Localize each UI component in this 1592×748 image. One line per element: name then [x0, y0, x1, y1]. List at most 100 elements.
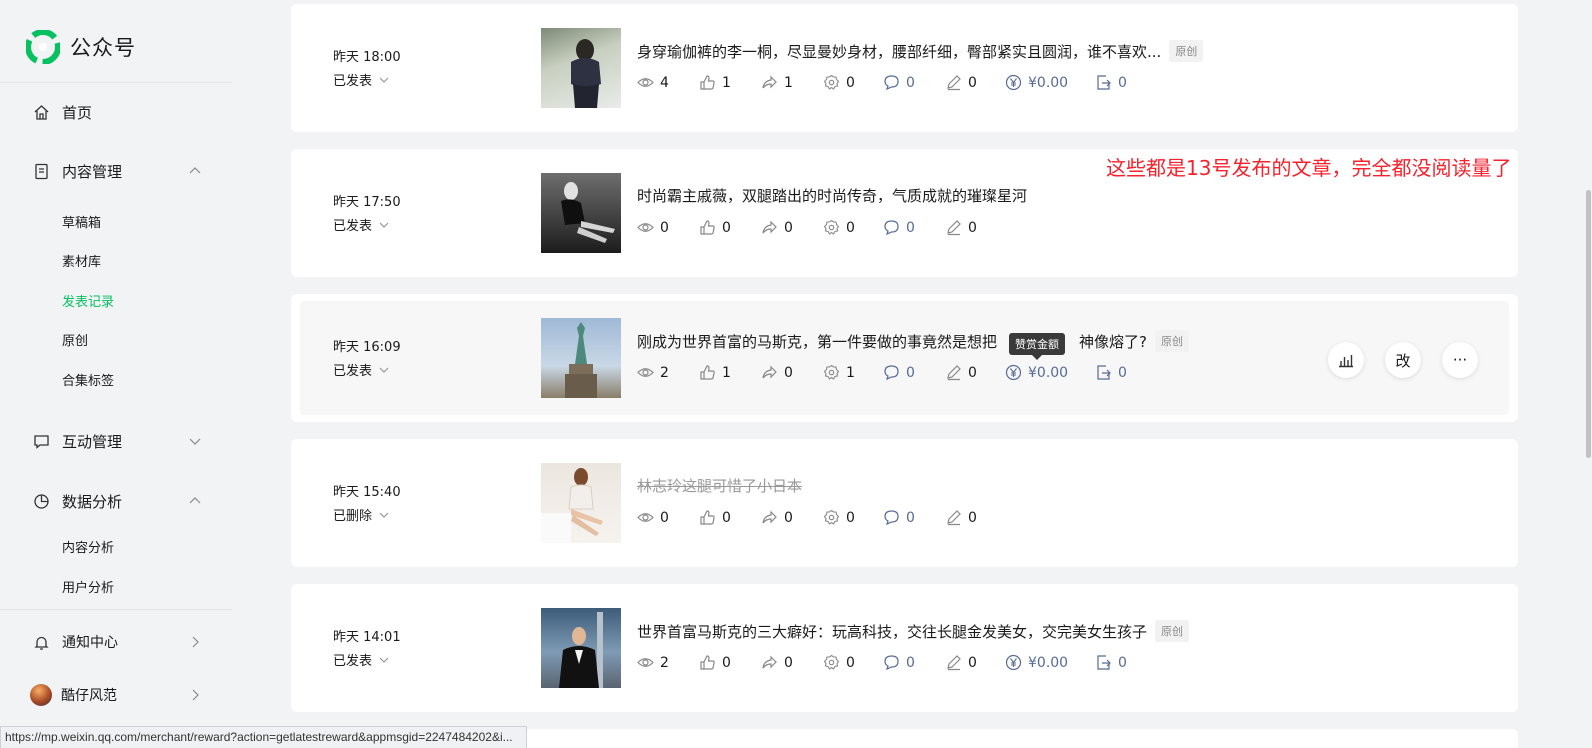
thumb-up-icon — [700, 510, 715, 525]
share-icon — [762, 75, 777, 89]
nav-data-analysis-label: 数据分析 — [62, 492, 123, 511]
stat-reward[interactable]: ¥0.00 — [1005, 74, 1068, 91]
article-title[interactable]: 刚成为世界首富的马斯克，第一件要做的事竟然是想把 神像熔了? — [637, 331, 1147, 352]
article-title[interactable]: 世界首富马斯克的三大癖好：玩高科技，交往长腿金发美女，交完美女生孩子 — [637, 621, 1147, 642]
sidebar-item-publish-records[interactable]: 发表记录 — [62, 291, 114, 310]
stat-shares[interactable]: 1 — [761, 74, 793, 91]
comment-icon — [884, 365, 899, 381]
comment-icon — [884, 220, 899, 236]
nav-data-analysis[interactable]: 数据分析 — [32, 486, 202, 516]
publish-status-label: 已发表 — [333, 364, 373, 379]
sidebar-item-collection-tags[interactable]: 合集标签 — [62, 370, 114, 389]
stat-wow[interactable]: 0 — [823, 74, 855, 91]
stat-shares[interactable]: 0 — [761, 364, 793, 381]
stat-comments[interactable]: 0 — [883, 219, 915, 236]
stat-reward[interactable]: ¥0.00 — [1005, 654, 1068, 671]
stat-likes[interactable]: 0 — [699, 509, 731, 526]
stat-likes[interactable]: 0 — [699, 654, 731, 671]
sidebar-item-drafts[interactable]: 草稿箱 — [62, 212, 101, 231]
stat-comments[interactable]: 0 — [883, 654, 915, 671]
stat-comments-value: 0 — [906, 654, 915, 671]
sidebar-item-user-analysis[interactable]: 用户分析 — [62, 577, 114, 596]
stat-views[interactable]: 2 — [637, 654, 669, 671]
stat-likes[interactable]: 1 — [699, 364, 731, 381]
stat-wow[interactable]: 0 — [823, 509, 855, 526]
stat-edits[interactable]: 0 — [945, 219, 977, 236]
thumb-up-icon — [700, 655, 715, 670]
nav-home[interactable]: 首页 — [32, 97, 202, 127]
edit-button[interactable]: 改 — [1385, 342, 1421, 378]
article-title[interactable]: 时尚霸主戚薇，双腿踏出的时尚传奇，气质成就的璀璨星河 — [637, 185, 1027, 206]
stat-likes[interactable]: 1 — [699, 74, 731, 91]
stat-forwards[interactable]: 0 — [1095, 74, 1127, 91]
red-annotation: 这些都是13号发布的文章，完全都没阅读量了 — [1106, 156, 1512, 180]
article-thumbnail[interactable] — [541, 28, 621, 108]
stat-shares[interactable]: 0 — [761, 509, 793, 526]
article-title-tail: 神像熔了? — [1079, 332, 1147, 351]
publish-status[interactable]: 已发表 — [333, 650, 390, 669]
publish-status[interactable]: 已发表 — [333, 215, 390, 234]
article-card[interactable]: 昨天 18:00 已发表 身穿瑜伽裤的李一桐，尽显曼妙身材，腰部纤细，臀部紧实且… — [291, 4, 1518, 132]
nav-interaction-management[interactable]: 互动管理 — [32, 426, 202, 456]
chat-icon — [32, 432, 50, 450]
sidebar-item-content-analysis[interactable]: 内容分析 — [62, 537, 114, 556]
stat-wow[interactable]: 0 — [823, 654, 855, 671]
publish-status[interactable]: 已发表 — [333, 70, 390, 89]
article-title[interactable]: 林志玲这腿可惜了小日本 — [637, 475, 802, 496]
stat-comments[interactable]: 0 — [883, 364, 915, 381]
stat-comments[interactable]: 0 — [883, 74, 915, 91]
stat-forwards-value: 0 — [1118, 364, 1127, 381]
article-title[interactable]: 身穿瑜伽裤的李一桐，尽显曼妙身材，腰部纤细，臀部紧实且圆润，谁不喜欢... — [637, 41, 1161, 62]
article-thumbnail[interactable] — [541, 318, 621, 398]
share-icon — [762, 220, 777, 234]
stat-views[interactable]: 0 — [637, 219, 669, 236]
stat-shares[interactable]: 0 — [761, 654, 793, 671]
stat-comments-value: 0 — [906, 219, 915, 236]
article-thumbnail[interactable] — [541, 173, 621, 253]
bar-chart-icon — [1339, 355, 1353, 368]
nav-notification-center[interactable]: 通知中心 — [32, 627, 202, 657]
nav-account[interactable]: 酷仔风范 — [30, 680, 202, 710]
original-tag: 原创 — [1154, 330, 1189, 352]
comment-icon — [884, 510, 899, 526]
stat-views[interactable]: 0 — [637, 509, 669, 526]
article-thumbnail[interactable] — [541, 608, 621, 688]
stat-likes-value: 1 — [722, 364, 731, 381]
stat-comments[interactable]: 0 — [883, 509, 915, 526]
stat-edits[interactable]: 0 — [945, 654, 977, 671]
comment-icon — [884, 655, 899, 671]
comment-icon — [884, 75, 899, 91]
scrollbar-thumb[interactable] — [1586, 190, 1591, 458]
stat-forwards[interactable]: 0 — [1095, 364, 1127, 381]
nav-content-management[interactable]: 内容管理 — [32, 156, 202, 186]
sidebar-item-materials[interactable]: 素材库 — [62, 251, 101, 270]
stat-edits[interactable]: 0 — [945, 74, 977, 91]
stat-views[interactable]: 2 — [637, 364, 669, 381]
scrollbar-track[interactable] — [1584, 0, 1592, 748]
stat-views[interactable]: 4 — [637, 74, 669, 91]
article-card[interactable]: 昨天 14:01 已发表 世界首富马斯克的三大癖好：玩高科技，交往长腿金发美女，… — [291, 584, 1518, 712]
publish-status-label: 已发表 — [333, 219, 373, 234]
stat-edits[interactable]: 0 — [945, 364, 977, 381]
sidebar-item-original[interactable]: 原创 — [62, 330, 88, 349]
more-button[interactable]: ··· — [1442, 342, 1478, 378]
article-card[interactable]: 昨天 16:09 已发表 刚成为世界首富的马斯克，第一件要做的事竟然是想把 神像熔… — [291, 294, 1518, 422]
thumb-up-icon — [700, 220, 715, 235]
stat-edits[interactable]: 0 — [945, 509, 977, 526]
data-stats-button[interactable] — [1328, 342, 1364, 378]
stat-wow[interactable]: 1 — [823, 364, 855, 381]
stat-wow[interactable]: 0 — [823, 219, 855, 236]
article-card[interactable]: 昨天 15:40 已删除 林志玲这腿可惜了小日本 0 0 0 0 0 0 — [291, 439, 1518, 567]
forward-icon — [1097, 75, 1111, 90]
thumb-up-icon — [700, 365, 715, 380]
bell-icon — [32, 633, 50, 651]
publish-status-label: 已删除 — [333, 509, 373, 524]
stat-forwards[interactable]: 0 — [1095, 654, 1127, 671]
brand[interactable]: 公众号 — [26, 30, 136, 64]
stat-reward[interactable]: ¥0.00 — [1005, 364, 1068, 381]
publish-status[interactable]: 已删除 — [333, 505, 390, 524]
article-thumbnail[interactable] — [541, 463, 621, 543]
stat-likes[interactable]: 0 — [699, 219, 731, 236]
stat-shares[interactable]: 0 — [761, 219, 793, 236]
publish-status[interactable]: 已发表 — [333, 360, 390, 379]
